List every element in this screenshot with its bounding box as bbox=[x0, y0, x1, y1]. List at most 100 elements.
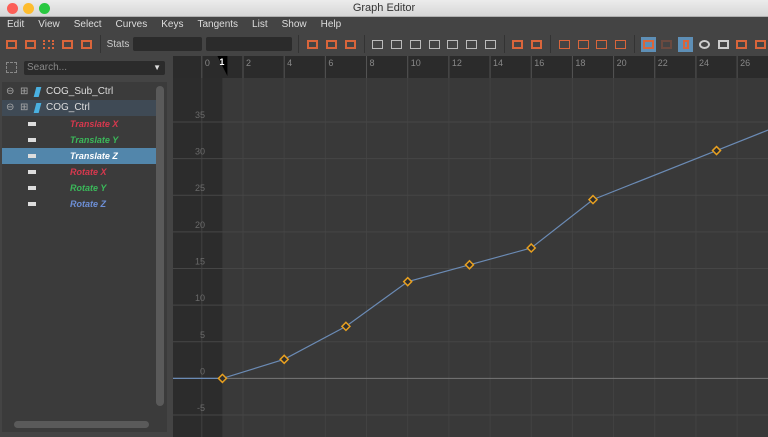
filter-icon[interactable] bbox=[6, 62, 17, 73]
move-key-tool-icon[interactable] bbox=[4, 37, 19, 52]
y-tick-label: 15 bbox=[195, 256, 205, 266]
divider bbox=[298, 35, 300, 53]
outliner-list: ⊖ ⊞ COG_Sub_Ctrl ⊖ ⊞ COG_Ctrl Translate … bbox=[2, 82, 167, 432]
retime-tool-icon[interactable] bbox=[79, 37, 94, 52]
time-editor-icon[interactable] bbox=[753, 37, 768, 52]
lock-tangent-weight-icon[interactable] bbox=[613, 37, 628, 52]
region-select-icon[interactable] bbox=[60, 37, 75, 52]
list-item[interactable]: ⊖ ⊞ COG_Ctrl bbox=[2, 100, 157, 116]
collapse-icon[interactable]: ⊖ bbox=[6, 100, 14, 116]
ruler-label: 0 bbox=[205, 58, 210, 68]
channel-item[interactable]: Rotate X bbox=[2, 164, 157, 180]
channel-item[interactable]: Translate Z bbox=[2, 148, 157, 164]
vertical-scrollbar[interactable] bbox=[156, 86, 164, 406]
time-snap-icon[interactable] bbox=[678, 36, 694, 52]
expand-icon[interactable]: ⊞ bbox=[20, 100, 28, 116]
menu-view[interactable]: View bbox=[38, 17, 60, 32]
ruler-label: 8 bbox=[370, 58, 375, 68]
ruler-label: 20 bbox=[617, 58, 627, 68]
chevron-down-icon[interactable]: ▼ bbox=[153, 61, 161, 75]
search-placeholder: Search... bbox=[27, 62, 68, 73]
linear-tangent-icon[interactable] bbox=[427, 37, 442, 52]
keyframe[interactable] bbox=[464, 259, 475, 270]
unify-tangents-icon[interactable] bbox=[576, 37, 591, 52]
channel-icon bbox=[28, 122, 36, 126]
frame-playback-range-icon[interactable] bbox=[343, 37, 358, 52]
ruler-label: 6 bbox=[328, 58, 333, 68]
toolbar: Stats bbox=[0, 32, 768, 56]
lattice-deform-icon[interactable] bbox=[41, 37, 56, 52]
maximize-window-button[interactable] bbox=[39, 3, 50, 14]
menu-help[interactable]: Help bbox=[321, 17, 342, 32]
menu-show[interactable]: Show bbox=[282, 17, 307, 32]
channel-item[interactable]: Rotate Y bbox=[2, 180, 157, 196]
divider bbox=[363, 35, 365, 53]
menu-list[interactable]: List bbox=[252, 17, 268, 32]
curve-graph[interactable]: -5051015202530350 2 4 6 8 10 12 14 16 18 20 22 24 261 bbox=[173, 56, 768, 437]
channel-label: Rotate Z bbox=[70, 199, 106, 209]
clamped-tangent-icon[interactable] bbox=[408, 37, 423, 52]
channel-label: Translate Y bbox=[70, 135, 119, 145]
animation-curve bbox=[173, 129, 768, 379]
divider bbox=[99, 35, 101, 53]
stats-field-2[interactable] bbox=[206, 37, 293, 51]
divider bbox=[550, 35, 552, 53]
dope-sheet-icon[interactable] bbox=[716, 37, 731, 52]
ruler-label: 16 bbox=[534, 58, 544, 68]
channel-icon bbox=[28, 154, 36, 158]
trax-editor-icon[interactable] bbox=[734, 37, 749, 52]
flat-tangent-icon[interactable] bbox=[445, 37, 460, 52]
keyframe[interactable] bbox=[711, 145, 722, 156]
ruler-label: 22 bbox=[658, 58, 668, 68]
swap-buffer-curve-icon[interactable] bbox=[529, 37, 544, 52]
menu-tangents[interactable]: Tangents bbox=[197, 17, 238, 32]
channel-item[interactable]: Translate X bbox=[2, 116, 157, 132]
insert-key-tool-icon[interactable] bbox=[23, 37, 38, 52]
ruler-label: 18 bbox=[575, 58, 585, 68]
auto-load-icon[interactable] bbox=[640, 36, 656, 52]
step-tangent-icon[interactable] bbox=[464, 37, 479, 52]
minimize-window-button[interactable] bbox=[23, 3, 34, 14]
keyframe[interactable] bbox=[340, 321, 352, 332]
channel-label: Rotate Y bbox=[70, 183, 107, 193]
channel-item[interactable]: Rotate Z bbox=[2, 196, 157, 212]
keyframe[interactable] bbox=[402, 276, 413, 287]
menu-edit[interactable]: Edit bbox=[7, 17, 24, 32]
list-item[interactable]: ⊖ ⊞ COG_Sub_Ctrl bbox=[2, 84, 157, 100]
horizontal-scrollbar[interactable] bbox=[14, 421, 149, 428]
spline-tangent-icon[interactable] bbox=[389, 37, 404, 52]
break-tangents-icon[interactable] bbox=[557, 37, 572, 52]
auto-tangent-icon[interactable] bbox=[371, 37, 386, 52]
collapse-icon[interactable]: ⊖ bbox=[6, 84, 14, 100]
plateau-tangent-icon[interactable] bbox=[483, 37, 498, 52]
search-input[interactable]: Search... ▼ bbox=[24, 61, 165, 75]
keyframe[interactable] bbox=[279, 354, 290, 365]
transform-node-icon bbox=[33, 87, 42, 97]
ruler-label: 10 bbox=[411, 58, 421, 68]
y-tick-label: 35 bbox=[195, 110, 205, 120]
free-tangent-weight-icon[interactable] bbox=[594, 37, 609, 52]
ruler-label: 26 bbox=[740, 58, 750, 68]
transform-node-icon bbox=[33, 103, 42, 113]
menu-select[interactable]: Select bbox=[74, 17, 102, 32]
buffer-curve-snapshot-icon[interactable] bbox=[511, 37, 526, 52]
stats-field-1[interactable] bbox=[133, 37, 203, 51]
channel-item[interactable]: Translate Y bbox=[2, 132, 157, 148]
graph-view[interactable]: -5 0 5 10 15 20 25 30 35 0 2 4 6 8 10 12 14 16 18 20 22 24 26 1 bbox=[173, 56, 768, 437]
current-frame-label: 1 bbox=[219, 57, 224, 67]
channel-label: Translate Z bbox=[70, 151, 118, 161]
close-window-button[interactable] bbox=[7, 3, 18, 14]
move-nearest-picked-key-icon[interactable] bbox=[697, 37, 712, 52]
expand-icon[interactable]: ⊞ bbox=[20, 84, 28, 100]
frame-selection-icon[interactable] bbox=[324, 37, 339, 52]
stats-label: Stats bbox=[106, 38, 130, 50]
menu-keys[interactable]: Keys bbox=[161, 17, 183, 32]
window-title: Graph Editor bbox=[352, 2, 416, 14]
y-tick-label: 10 bbox=[195, 293, 205, 303]
y-tick-label: 0 bbox=[200, 366, 205, 376]
load-selected-icon[interactable] bbox=[660, 37, 675, 52]
node-label: COG_Ctrl bbox=[46, 102, 90, 113]
y-tick-label: 25 bbox=[195, 183, 205, 193]
frame-all-icon[interactable] bbox=[305, 37, 320, 52]
menu-curves[interactable]: Curves bbox=[116, 17, 148, 32]
